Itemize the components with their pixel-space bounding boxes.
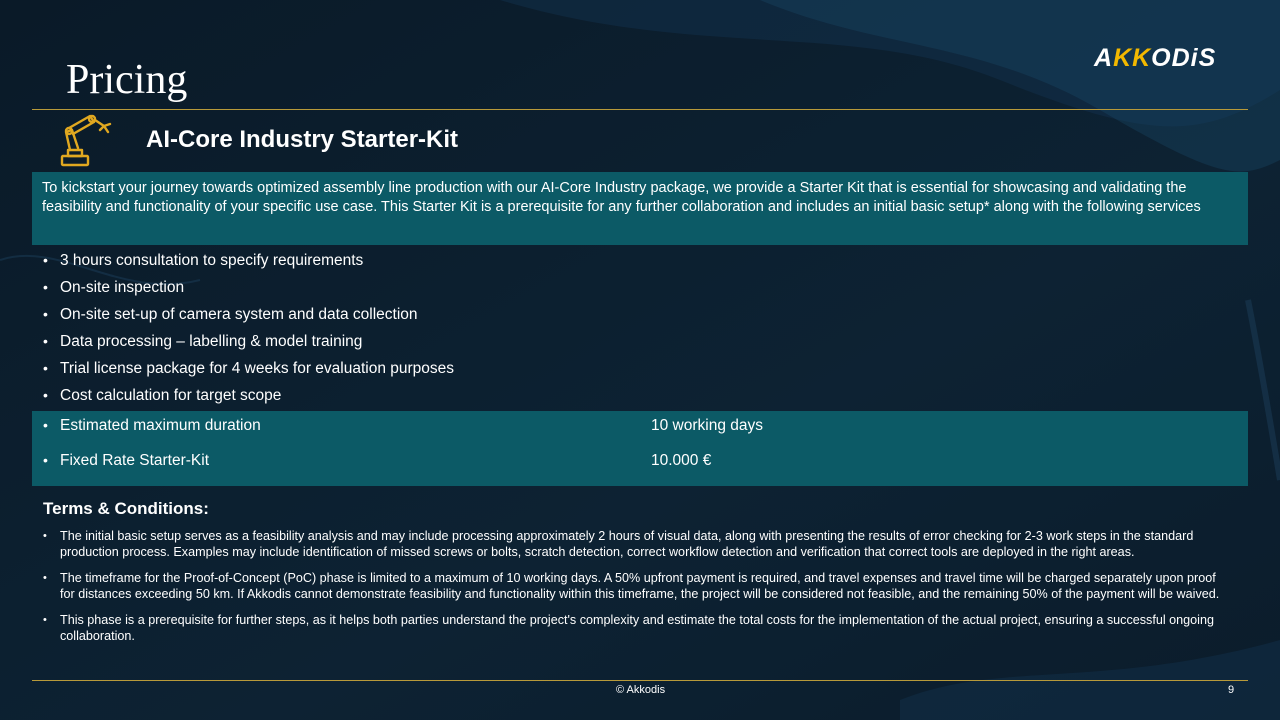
bullet-icon: • [43, 417, 48, 433]
terms-text: The initial basic setup serves as a feas… [60, 529, 1194, 560]
list-item: • 3 hours consultation to specify require… [32, 248, 1248, 275]
bullet-icon: • [43, 613, 47, 626]
bullet-icon: • [43, 306, 48, 322]
bullet-icon: • [43, 360, 48, 376]
terms-text: This phase is a prerequisite for further… [60, 612, 1214, 644]
duration-value: 10 working days [651, 417, 764, 434]
list-item: • The timeframe for the Proof-of-Concept … [32, 570, 1248, 603]
terms-text: The timeframe for the Proof-of-Concept (… [60, 570, 1220, 602]
estimate-box: • Estimated maximum duration 10 working … [32, 411, 1248, 486]
copyright: © Akkodis [616, 684, 666, 696]
list-item: • On-site set-up of camera system and dat… [32, 302, 1248, 329]
list-item: • Data processing – labelling & model tra… [32, 329, 1248, 356]
bullet-icon: • [43, 279, 48, 295]
price-row: • Fixed Rate Starter-Kit 10.000 € [32, 446, 1248, 476]
kit-header: AI-Core Industry Starter-Kit [32, 112, 1248, 172]
list-item: • Cost calculation for target scope [32, 383, 1248, 410]
logo-text-a: A [1094, 44, 1114, 72]
header-divider [32, 109, 1248, 110]
list-item: • On-site inspection [32, 275, 1248, 302]
kit-intro: To kickstart your journey towards optimi… [32, 172, 1248, 245]
duration-row: • Estimated maximum duration 10 working … [32, 411, 1248, 441]
bullet-icon: • [43, 452, 48, 468]
bullet-icon: • [43, 333, 48, 349]
bullet-icon: • [43, 387, 48, 403]
bullet-icon: • [43, 252, 48, 268]
service-label: Cost calculation for target scope [60, 387, 282, 404]
services-list: • 3 hours consultation to specify require… [32, 248, 1248, 410]
list-item: • Trial license package for 4 weeks for e… [32, 356, 1248, 383]
akkodis-logo: AKKODiS [1094, 44, 1242, 72]
list-item: • The initial basic setup serves as a fea… [32, 528, 1248, 561]
robot-arm-icon [60, 114, 112, 167]
price-label: Fixed Rate Starter-Kit [60, 452, 210, 469]
logo-text-kk: KK [1113, 44, 1152, 72]
footer-divider [32, 680, 1248, 681]
service-label: On-site inspection [60, 279, 185, 296]
service-label: Data processing – labelling & model trai… [60, 333, 363, 350]
service-label: 3 hours consultation to specify requirem… [60, 252, 364, 269]
bullet-icon: • [43, 530, 47, 542]
page-number: 9 [1228, 684, 1235, 696]
kit-title: AI-Core Industry Starter-Kit [146, 126, 459, 153]
service-label: On-site set-up of camera system and data… [60, 306, 418, 323]
logo-text-rest: ODiS [1151, 44, 1217, 72]
page-title: Pricing [66, 57, 188, 103]
price-value: 10.000 € [651, 452, 712, 469]
bullet-icon: • [43, 571, 47, 584]
terms-title: Terms & Conditions: [43, 499, 209, 518]
terms-list: • The initial basic setup serves as a fea… [32, 528, 1248, 653]
duration-label: Estimated maximum duration [60, 417, 261, 434]
service-label: Trial license package for 4 weeks for ev… [60, 360, 455, 377]
list-item: • This phase is a prerequisite for furthe… [32, 612, 1248, 645]
